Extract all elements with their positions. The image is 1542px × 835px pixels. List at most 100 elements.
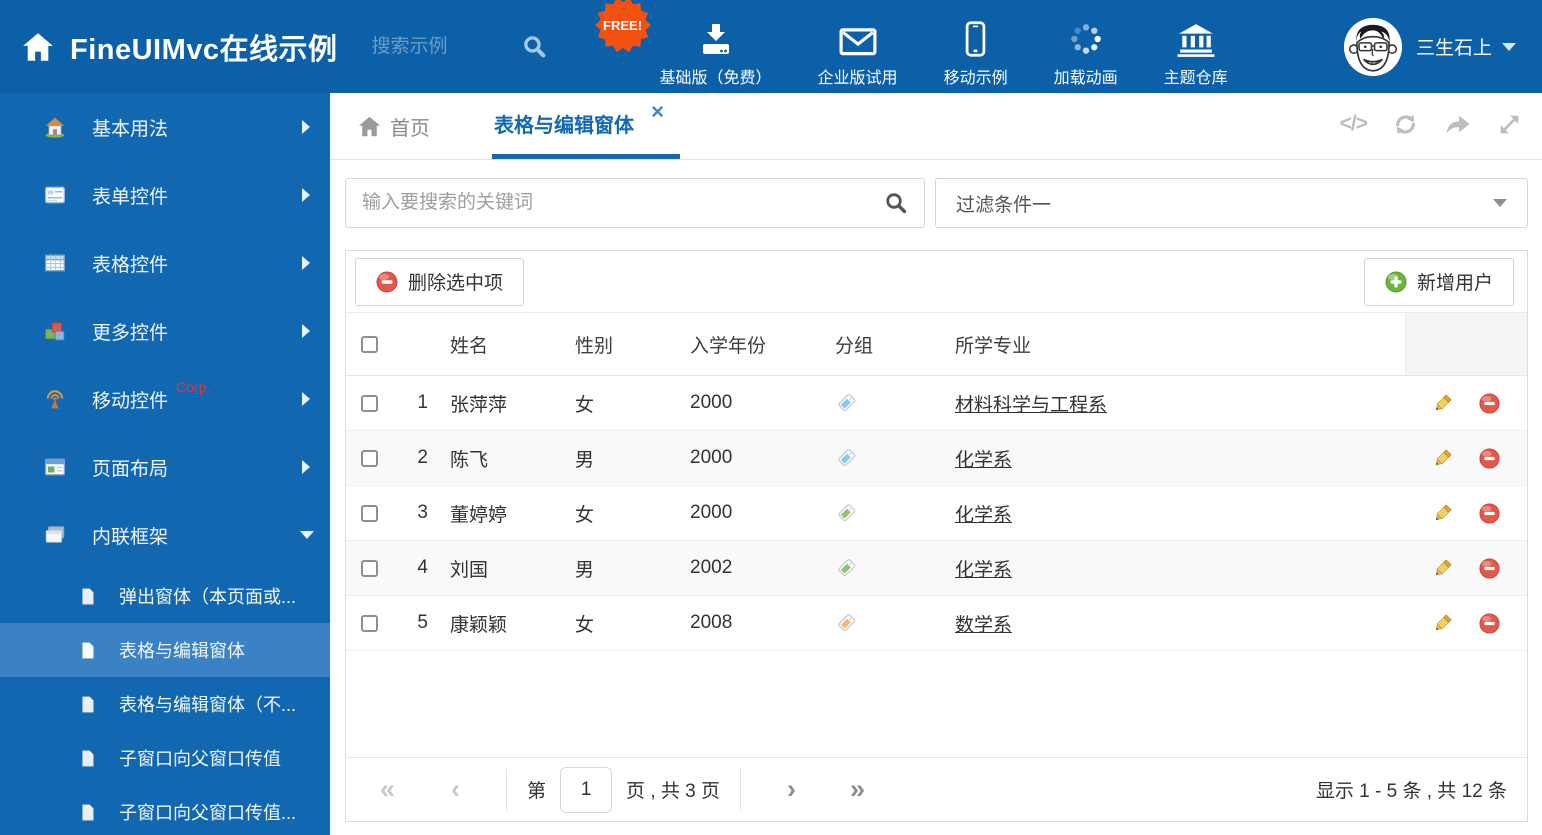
sidebar-subitem-child-to-parent[interactable]: 子窗口向父窗口传值 — [0, 731, 330, 785]
delete-row-icon[interactable] — [1479, 392, 1500, 414]
sidebar-item-basic-usage[interactable]: 基本用法 — [0, 93, 330, 161]
col-group: 分组 — [835, 335, 874, 357]
delete-row-icon[interactable] — [1479, 447, 1500, 469]
app-header: FineUIMvc在线示例 FREE! 基础版（免费） 企业版试用 — [0, 0, 1542, 93]
source-code-icon[interactable]: </> — [1340, 112, 1368, 136]
expand-icon[interactable] — [1497, 112, 1522, 137]
home-icon[interactable] — [22, 32, 54, 62]
cell-name: 张萍萍 — [450, 394, 508, 416]
table-body: 1 张萍萍 女 2000 材料科学与工程系 2 陈飞 男 2000 化学系 3 … — [346, 376, 1527, 651]
major-link[interactable]: 化学系 — [955, 560, 1012, 581]
tab-home[interactable]: 首页 — [358, 93, 430, 159]
table-row: 2 陈飞 男 2000 化学系 — [346, 431, 1527, 486]
delete-row-icon[interactable] — [1479, 502, 1500, 524]
tag-icon — [835, 502, 857, 524]
nav-basic-free[interactable]: FREE! 基础版（免费） — [594, 0, 772, 88]
edit-pencil-icon[interactable] — [1432, 558, 1453, 579]
major-link[interactable]: 材料科学与工程系 — [955, 395, 1107, 416]
delete-selected-button[interactable]: 删除选中项 — [355, 257, 525, 306]
page-number-input[interactable] — [560, 766, 613, 813]
search-icon[interactable] — [884, 191, 908, 215]
chevron-right-icon — [302, 392, 310, 406]
sidebar-subitem-popup-window[interactable]: 弹出窗体（本页面或... — [0, 569, 330, 623]
col-year: 入学年份 — [690, 335, 767, 357]
close-icon[interactable]: × — [651, 101, 664, 123]
sidebar-item-grid-controls[interactable]: 表格控件 — [0, 229, 330, 297]
sidebar-item-iframe[interactable]: 内联框架 — [0, 501, 330, 569]
chevron-right-icon — [302, 256, 310, 270]
refresh-icon[interactable] — [1392, 112, 1419, 137]
major-link[interactable]: 化学系 — [955, 450, 1012, 471]
chevron-down-icon — [300, 531, 314, 539]
pagination-bar: « ‹ 第 页 , 共 3 页 › » 显示 1 - 5 条 , 共 12 条 — [346, 757, 1527, 821]
phone-icon — [965, 19, 986, 57]
user-menu[interactable]: 三生石上 — [1343, 17, 1516, 76]
keyword-search — [345, 178, 925, 228]
edit-pencil-icon[interactable] — [1432, 448, 1453, 469]
cell-gender: 女 — [575, 504, 595, 526]
cell-name: 刘国 — [450, 559, 489, 581]
next-page-icon[interactable]: › — [787, 776, 796, 803]
sidebar-subitem-child-to-parent-2[interactable]: 子窗口向父窗口传值... — [0, 785, 330, 835]
table-row: 4 刘国 男 2002 化学系 — [346, 541, 1527, 596]
cell-year: 2008 — [690, 612, 733, 633]
select-all-checkbox[interactable] — [361, 335, 378, 353]
bank-icon — [1177, 19, 1215, 57]
edit-pencil-icon[interactable] — [1432, 503, 1453, 524]
major-link[interactable]: 数学系 — [955, 615, 1012, 636]
plus-circle-icon — [1385, 271, 1407, 292]
keyword-search-input[interactable] — [362, 192, 884, 214]
sidebar-item-mobile-controls[interactable]: 移动控件 Corp. — [0, 365, 330, 433]
nav-loading-animation[interactable]: 加载动画 — [1054, 5, 1118, 88]
tag-icon — [835, 447, 857, 469]
avatar[interactable] — [1343, 17, 1402, 76]
sidebar-subitem-grid-edit-window-2[interactable]: 表格与编辑窗体（不... — [0, 677, 330, 731]
cubes-icon — [44, 320, 66, 342]
sidebar-item-page-layout[interactable]: 页面布局 — [0, 433, 330, 501]
sidebar-item-more-controls[interactable]: 更多控件 — [0, 297, 330, 365]
chevron-right-icon — [302, 460, 310, 474]
last-page-icon[interactable]: » — [850, 776, 865, 803]
tab-grid-edit-window[interactable]: 表格与编辑窗体 × — [492, 93, 680, 159]
cell-gender: 女 — [575, 614, 595, 636]
edit-pencil-icon[interactable] — [1432, 613, 1453, 634]
nav-theme-repo[interactable]: 主题仓库 — [1164, 5, 1228, 88]
cell-year: 2000 — [690, 502, 733, 523]
row-checkbox[interactable] — [361, 559, 378, 577]
edit-pencil-icon[interactable] — [1432, 393, 1453, 414]
cell-name: 康颖颖 — [450, 614, 508, 636]
layout-icon — [44, 456, 66, 478]
row-checkbox[interactable] — [361, 614, 378, 632]
divider — [506, 768, 508, 811]
nav-mobile-demo[interactable]: 移动示例 — [944, 5, 1008, 88]
prev-page-icon[interactable]: ‹ — [451, 776, 460, 803]
cell-gender: 男 — [575, 449, 595, 471]
sidebar-item-form-controls[interactable]: 表单控件 — [0, 161, 330, 229]
search-icon[interactable] — [522, 34, 547, 59]
row-number: 2 — [417, 447, 428, 468]
add-user-button[interactable]: 新增用户 — [1363, 257, 1514, 306]
delete-row-icon[interactable] — [1479, 612, 1500, 634]
row-checkbox[interactable] — [361, 394, 378, 412]
delete-row-icon[interactable] — [1479, 557, 1500, 579]
major-link[interactable]: 化学系 — [955, 505, 1012, 526]
grid-panel: 删除选中项 新增用户 姓名 性别 入学年份 分组 所学专业 1 张萍萍 女 20… — [345, 250, 1528, 822]
tag-icon — [835, 612, 857, 634]
row-number: 5 — [417, 612, 428, 633]
row-checkbox[interactable] — [361, 449, 378, 467]
row-checkbox[interactable] — [361, 504, 378, 522]
first-page-icon[interactable]: « — [380, 776, 395, 803]
filter-dropdown[interactable]: 过滤条件一 — [935, 178, 1528, 228]
sidebar-subitem-grid-edit-window[interactable]: 表格与编辑窗体 — [0, 623, 330, 677]
nav-enterprise-trial[interactable]: 企业版试用 — [818, 5, 898, 88]
chevron-right-icon — [302, 188, 310, 202]
share-arrow-icon[interactable] — [1444, 113, 1472, 136]
envelope-icon — [839, 19, 877, 57]
col-actions — [1405, 313, 1527, 375]
home-icon — [358, 116, 381, 137]
frames-icon — [44, 524, 66, 546]
cell-name: 董婷婷 — [450, 504, 508, 526]
row-number: 1 — [417, 392, 428, 413]
chevron-right-icon — [302, 120, 310, 134]
header-search-input[interactable] — [371, 35, 522, 58]
